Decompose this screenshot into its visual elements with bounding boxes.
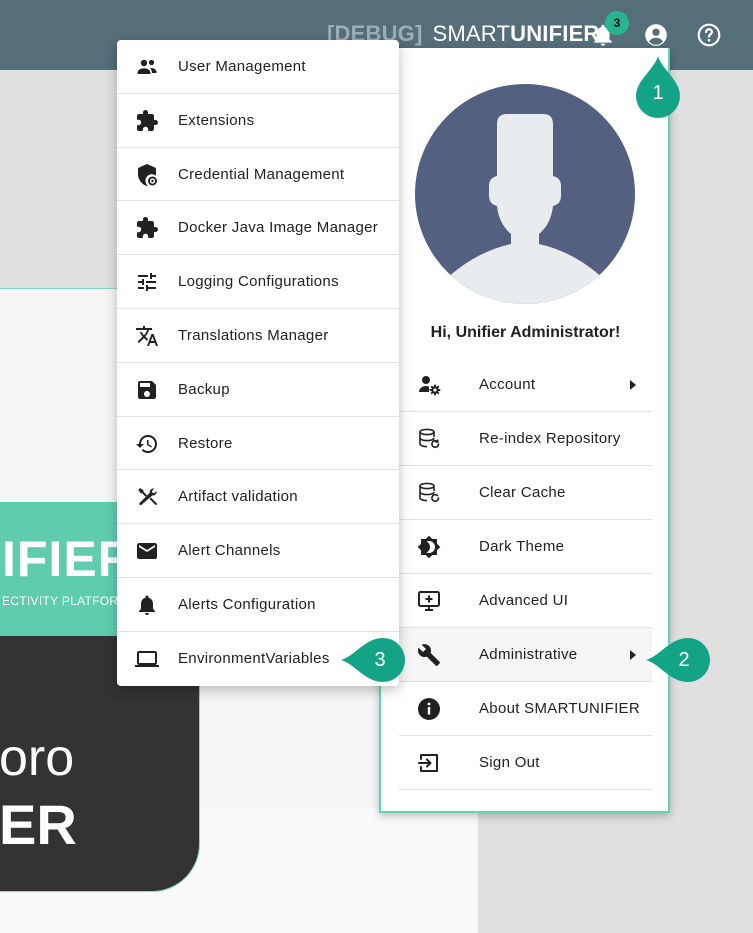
admin-item-backup[interactable]: Backup <box>117 363 399 417</box>
callout-number: 3 <box>374 649 386 671</box>
admin-item-alert-channels[interactable]: Alert Channels <box>117 524 399 578</box>
bell-icon <box>135 593 159 617</box>
admin-item-restore[interactable]: Restore <box>117 417 399 471</box>
menu-item-label: Administrative <box>479 646 578 663</box>
menu-item-label: Sign Out <box>479 754 540 771</box>
admin-item-label: Artifact validation <box>178 488 298 506</box>
puzzle-icon <box>135 216 159 240</box>
admin-item-label: Restore <box>178 434 233 452</box>
user-greeting: Hi, Unifier Administrator! <box>430 324 621 341</box>
callout-marker-3: 3 <box>341 638 405 682</box>
envelope-icon <box>135 539 159 563</box>
shield-key-icon <box>135 163 159 187</box>
database-refresh-icon <box>417 427 441 451</box>
admin-item-user-management[interactable]: User Management <box>117 40 399 94</box>
admin-item-label: User Management <box>178 58 306 75</box>
admin-item-label: Alerts Configuration <box>178 595 316 613</box>
logo-dark-line1: oro <box>0 729 75 787</box>
admin-item-label: Logging Configurations <box>178 273 339 291</box>
menu-item-advanced-ui[interactable]: Advanced UI <box>399 574 652 628</box>
menu-item-account[interactable]: Account <box>399 358 652 412</box>
menu-item-label: Clear Cache <box>479 484 566 501</box>
avatar <box>415 84 635 304</box>
menu-item-about[interactable]: About SMARTUNIFIER <box>399 682 652 736</box>
admin-item-alerts-configuration[interactable]: Alerts Configuration <box>117 578 399 632</box>
translate-icon <box>135 324 159 348</box>
admin-item-label: Credential Management <box>178 165 345 183</box>
menu-item-label: Advanced UI <box>479 592 569 609</box>
monitor-plus-icon <box>417 589 441 613</box>
menu-item-reindex-repository[interactable]: Re-index Repository <box>399 412 652 466</box>
account-circle-icon[interactable] <box>643 22 669 48</box>
admin-item-credential-management[interactable]: Credential Management <box>117 148 399 202</box>
admin-item-translations-manager[interactable]: Translations Manager <box>117 309 399 363</box>
admin-item-label: Docker Java Image Manager <box>178 219 379 237</box>
help-circle-icon[interactable] <box>696 22 722 48</box>
callout-marker-1: 1 <box>636 56 680 118</box>
menu-item-dark-theme[interactable]: Dark Theme <box>399 520 652 574</box>
submenu-arrow-icon <box>630 380 636 390</box>
submenu-arrow-icon <box>630 650 636 660</box>
laptop-icon <box>135 647 159 671</box>
admin-item-label: EnvironmentVariables <box>178 649 330 667</box>
history-icon <box>135 432 159 456</box>
user-account-panel: Hi, Unifier Administrator! Account Re-in… <box>379 48 670 813</box>
menu-item-label: Re-index Repository <box>479 430 621 447</box>
database-clear-icon <box>417 481 441 505</box>
menu-item-label: Dark Theme <box>479 538 565 555</box>
notification-count-badge: 3 <box>605 11 629 35</box>
brand-smart: SMART <box>432 21 511 46</box>
menu-item-administrative[interactable]: Administrative <box>399 628 652 682</box>
brightness-icon <box>417 535 441 559</box>
admin-item-extensions[interactable]: Extensions <box>117 94 399 148</box>
sign-out-icon <box>417 751 441 775</box>
logo-banner-subtext: ECTIVITY PLATFOR <box>2 594 119 608</box>
menu-item-sign-out[interactable]: Sign Out <box>399 736 652 790</box>
admin-item-label: Alert Channels <box>178 542 281 560</box>
floppy-disk-icon <box>135 378 159 402</box>
menu-item-label: Account <box>479 376 536 393</box>
user-menu: Account Re-index Repository Clear Cache … <box>399 358 652 790</box>
wrench-icon <box>417 643 441 667</box>
user-cog-icon <box>417 373 441 397</box>
admin-item-docker-java-image-manager[interactable]: Docker Java Image Manager <box>117 201 399 256</box>
logo-dark-line2: ER <box>0 793 77 856</box>
admin-item-label: Extensions <box>178 111 255 129</box>
logo-banner-text: IFIER <box>2 531 135 587</box>
brand-unifier: UNIFIER <box>510 21 600 46</box>
admin-item-label: Translations Manager <box>178 326 329 344</box>
admin-item-logging-configurations[interactable]: Logging Configurations <box>117 255 399 309</box>
puzzle-icon <box>135 109 159 133</box>
tune-icon <box>135 270 159 294</box>
menu-item-clear-cache[interactable]: Clear Cache <box>399 466 652 520</box>
callout-marker-2: 2 <box>646 638 710 682</box>
admin-item-label: Backup <box>178 380 230 398</box>
admin-item-artifact-validation[interactable]: Artifact validation <box>117 470 399 525</box>
callout-number: 1 <box>652 82 664 104</box>
info-icon <box>417 697 441 721</box>
users-icon <box>135 55 159 79</box>
callout-number: 2 <box>678 649 690 671</box>
administrative-submenu: User Management Extensions Credential Ma… <box>117 40 399 686</box>
tools-icon <box>135 485 159 509</box>
menu-item-label: About SMARTUNIFIER <box>479 700 640 717</box>
